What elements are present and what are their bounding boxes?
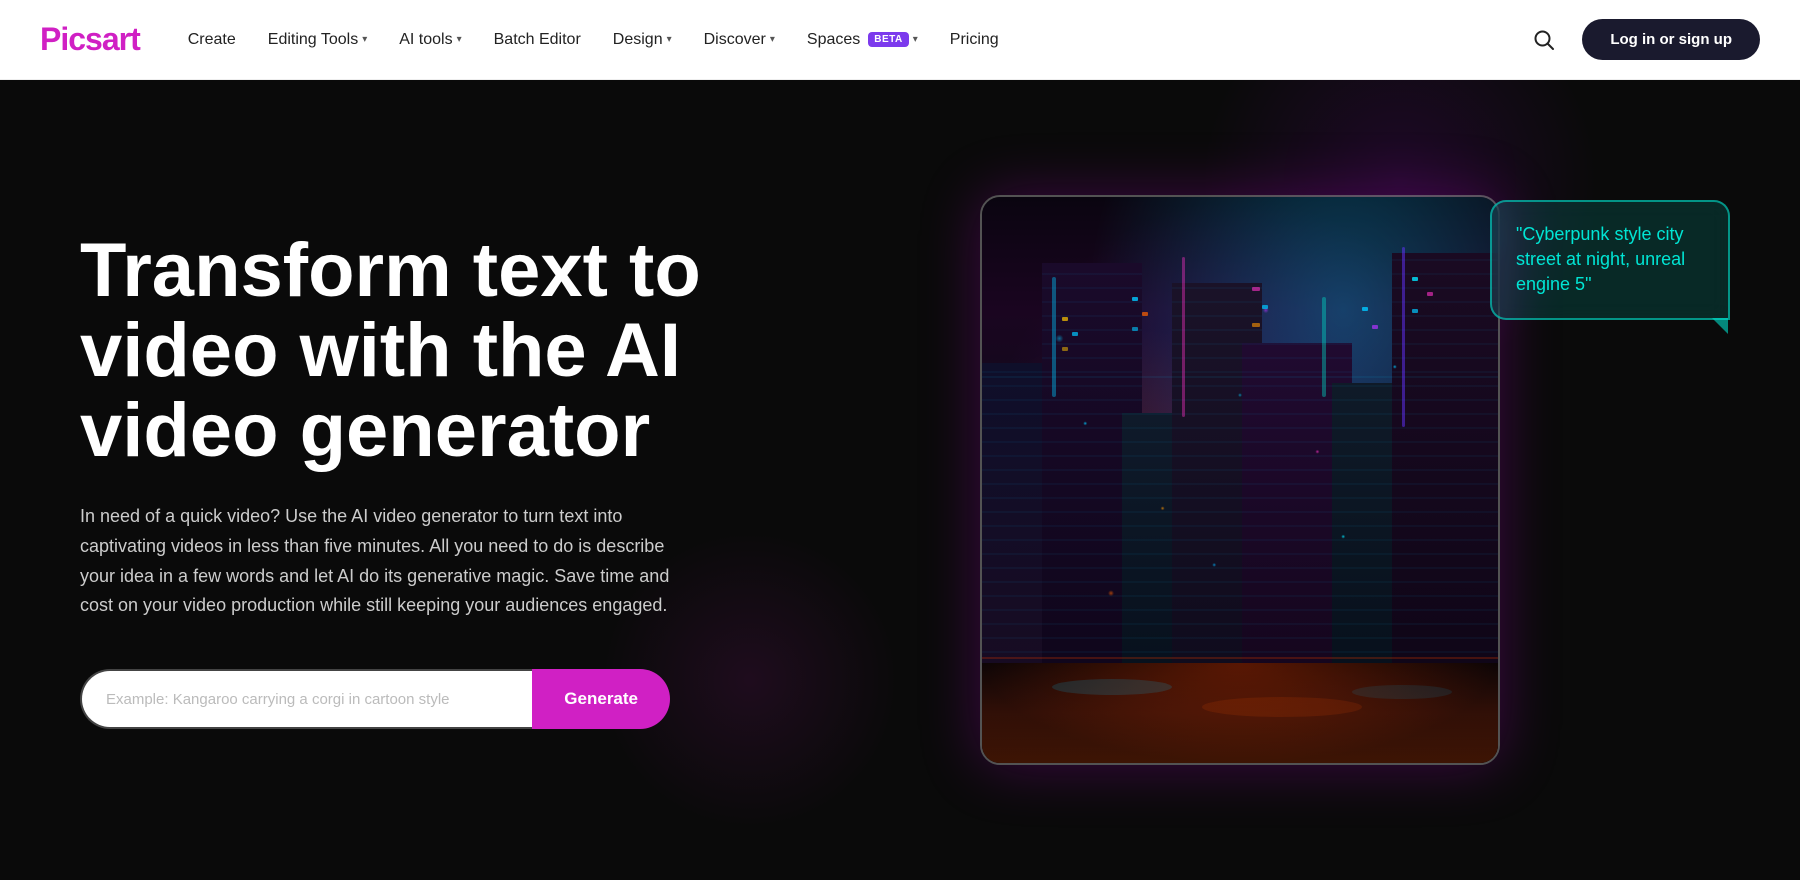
nav-links: Create Editing Tools ▾ AI tools ▾ Batch … (188, 31, 1527, 49)
design-chevron-icon: ▾ (667, 34, 672, 45)
search-button[interactable] (1526, 22, 1562, 58)
nav-ai-tools[interactable]: AI tools ▾ (399, 31, 461, 49)
hero-title: Transform text to video with the AI vide… (80, 231, 760, 470)
nav-right: Log in or sign up (1526, 19, 1760, 60)
nav-create[interactable]: Create (188, 31, 236, 49)
hero-input-row: Generate (80, 669, 670, 729)
prompt-bubble-text: "Cyberpunk style city street at night, u… (1516, 224, 1685, 294)
nav-discover[interactable]: Discover ▾ (704, 31, 775, 49)
hero-content: Transform text to video with the AI vide… (80, 231, 760, 729)
prompt-bubble: "Cyberpunk style city street at night, u… (1490, 200, 1730, 320)
navbar: Picsart Create Editing Tools ▾ AI tools … (0, 0, 1800, 80)
spaces-chevron-icon: ▾ (913, 34, 918, 45)
spaces-beta-badge: BETA (868, 32, 908, 47)
nav-spaces[interactable]: Spaces BETA ▾ (807, 31, 918, 49)
city-background (982, 197, 1498, 763)
text-to-video-input[interactable] (80, 669, 532, 729)
nav-pricing[interactable]: Pricing (950, 31, 999, 49)
picsart-logo[interactable]: Picsart (40, 21, 140, 58)
nav-batch-editor[interactable]: Batch Editor (494, 31, 581, 49)
nav-design[interactable]: Design ▾ (613, 31, 672, 49)
discover-chevron-icon: ▾ (770, 34, 775, 45)
ai-tools-chevron-icon: ▾ (457, 34, 462, 45)
hero-subtitle: In need of a quick video? Use the AI vid… (80, 502, 670, 621)
editing-tools-chevron-icon: ▾ (362, 34, 367, 45)
hero-section: Transform text to video with the AI vide… (0, 80, 1800, 880)
cyberpunk-city-image (980, 195, 1500, 765)
login-button[interactable]: Log in or sign up (1582, 19, 1760, 60)
nav-editing-tools[interactable]: Editing Tools ▾ (268, 31, 367, 49)
hero-visual: "Cyberpunk style city street at night, u… (760, 80, 1720, 880)
generate-button[interactable]: Generate (532, 669, 670, 729)
road-overlay (982, 663, 1498, 763)
